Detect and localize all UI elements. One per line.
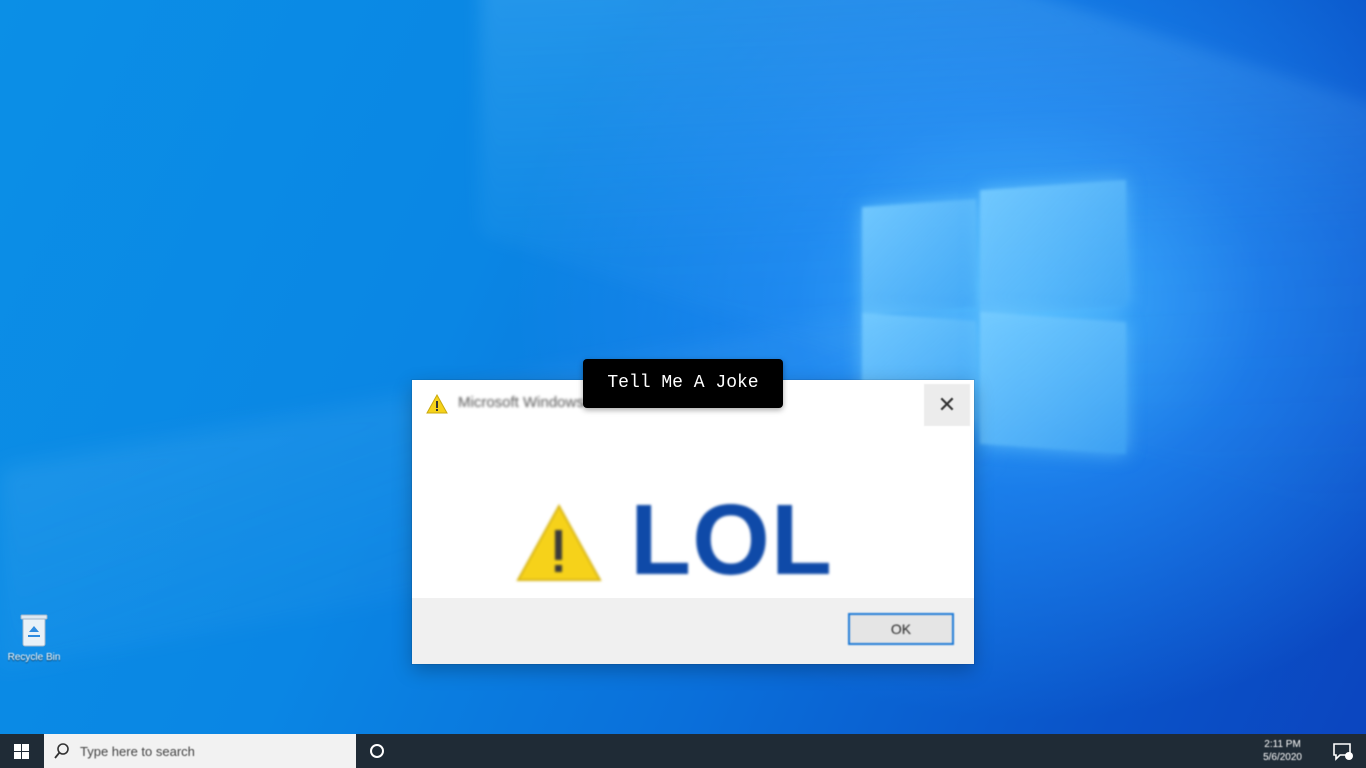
warning-icon <box>516 503 602 582</box>
dialog-title: Microsoft Windows <box>458 394 584 411</box>
dialog-body: LOL <box>412 424 974 598</box>
search-placeholder: Type here to search <box>80 744 195 759</box>
cortana-icon[interactable] <box>368 742 386 760</box>
desktop-background: Recycle Bin Microsoft Windows ✕ LOL OK T… <box>0 0 1366 734</box>
search-icon <box>54 742 70 760</box>
start-button[interactable] <box>0 734 44 768</box>
taskbar-search-box[interactable]: Type here to search <box>44 734 356 768</box>
dialog-footer: OK <box>412 598 974 664</box>
notification-center-icon[interactable] <box>1332 742 1354 762</box>
message-dialog: Microsoft Windows ✕ LOL OK <box>412 380 974 664</box>
clock-date: 5/6/2020 <box>1263 752 1302 763</box>
clock-time: 2:11 PM <box>1264 739 1301 750</box>
recycle-bin-icon <box>19 612 49 648</box>
close-button[interactable]: ✕ <box>924 384 970 426</box>
recycle-bin-shortcut[interactable]: Recycle Bin <box>6 608 62 674</box>
dialog-message: LOL <box>630 484 833 596</box>
warning-icon <box>426 393 448 414</box>
ok-button[interactable]: OK <box>848 613 954 645</box>
taskbar: Type here to search 2:11 PM 5/6/2020 <box>0 734 1366 768</box>
tooltip: Tell Me A Joke <box>583 359 783 408</box>
recycle-bin-label: Recycle Bin <box>7 652 61 663</box>
system-clock[interactable]: 2:11 PM 5/6/2020 <box>1263 738 1302 764</box>
